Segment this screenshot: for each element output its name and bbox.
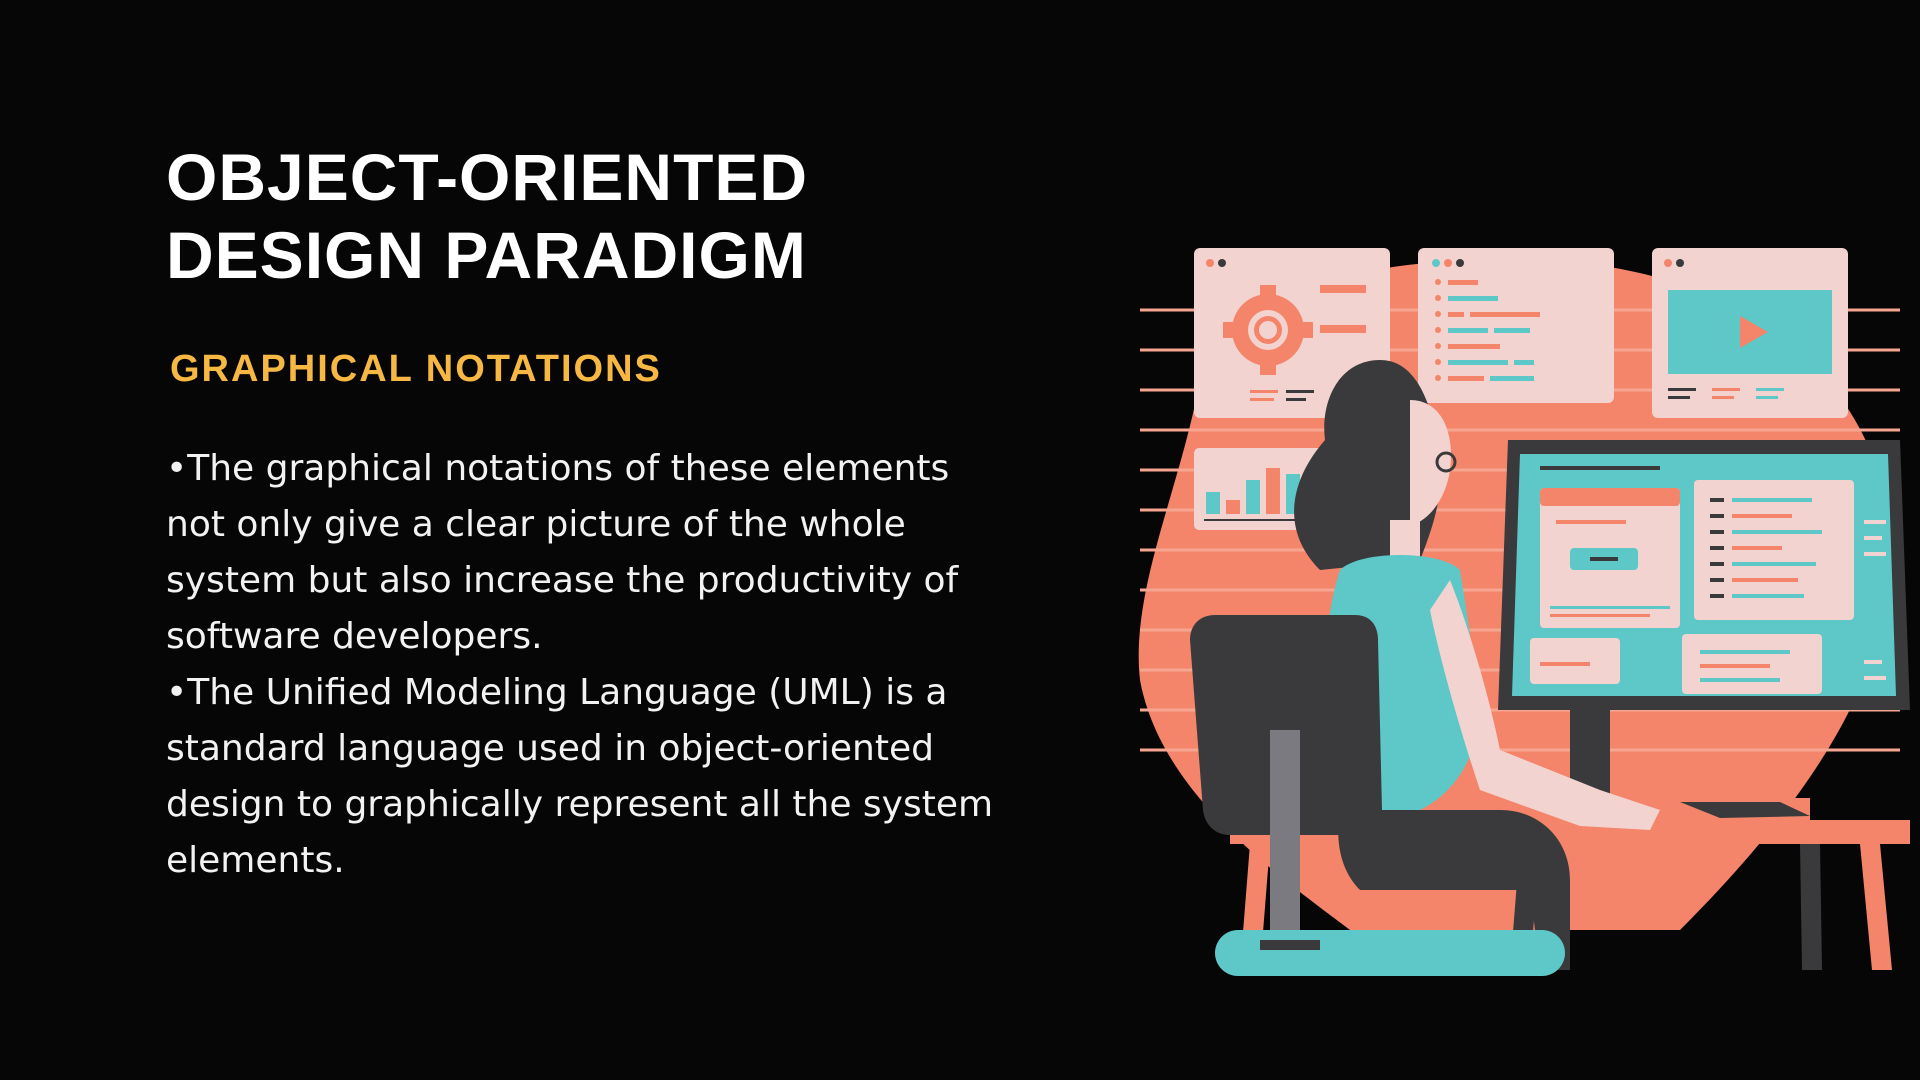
screen-window-2 — [1694, 480, 1854, 620]
slide-subtitle: GRAPHICAL NOTATIONS — [170, 348, 662, 390]
slide-body: •The graphical notations of these elemen… — [166, 441, 1006, 889]
slide-title-text: OBJECT-ORIENTED DESIGN PARADIGM — [166, 138, 1066, 294]
slide-title: OBJECT-ORIENTED DESIGN PARADIGM — [166, 138, 1066, 294]
screen-window-1 — [1540, 488, 1680, 628]
title-line-2: DESIGN PARADIGM — [166, 218, 807, 292]
developer-at-computer-illustration — [1138, 248, 1910, 976]
body-paragraph-2: •The Unified Modeling Language (UML) is … — [166, 672, 994, 881]
title-line-1: OBJECT-ORIENTED — [166, 140, 809, 214]
screen-window-3 — [1530, 638, 1620, 684]
code-panel — [1418, 248, 1614, 403]
screen-window-4 — [1682, 634, 1822, 694]
video-panel — [1652, 248, 1848, 418]
body-paragraph-1: •The graphical notations of these elemen… — [166, 448, 959, 657]
